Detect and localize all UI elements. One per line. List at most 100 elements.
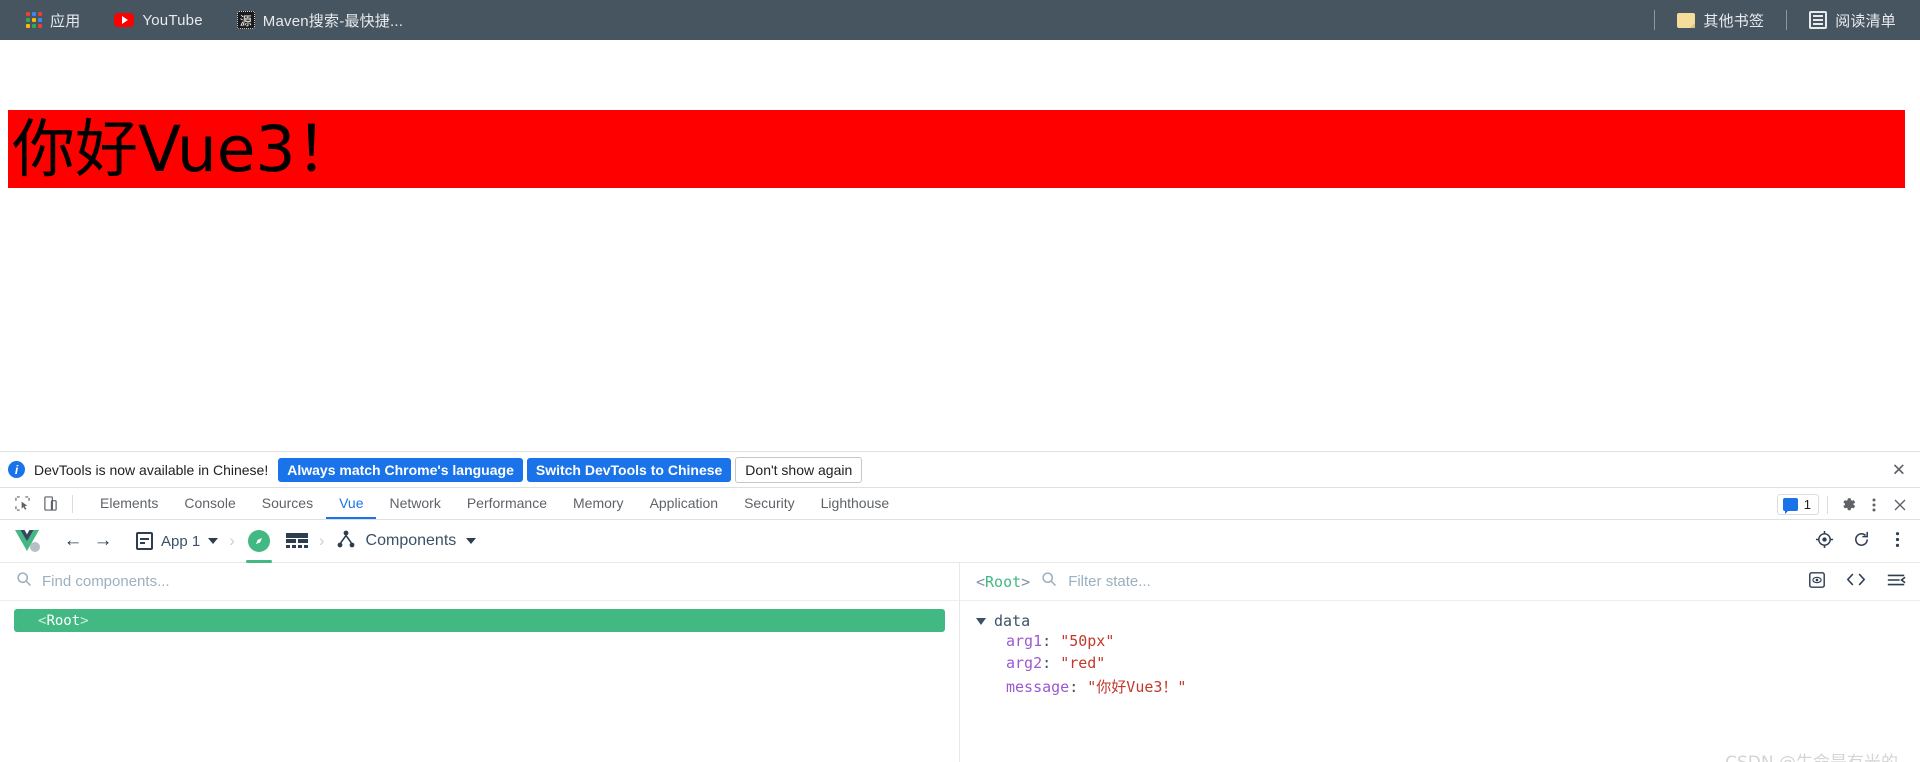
- chevron-down-icon: [466, 538, 477, 544]
- bookmark-label: 应用: [50, 12, 81, 30]
- youtube-icon: [114, 13, 135, 27]
- close-icon[interactable]: ✕: [1892, 461, 1906, 478]
- devtools-right-tools: 1: [1776, 488, 1912, 521]
- state-group-data[interactable]: data: [976, 610, 1920, 632]
- devtools-left-tools: [0, 488, 87, 519]
- refresh-icon[interactable]: [1852, 530, 1871, 554]
- components-pane: Find components... < Root >: [0, 563, 960, 762]
- state-value: "50px": [1060, 632, 1115, 650]
- tag-open-bracket: <: [38, 612, 47, 629]
- bookmark-apps[interactable]: 应用: [16, 6, 90, 35]
- divider: [1786, 10, 1788, 30]
- apps-grid-icon: [26, 12, 42, 28]
- reading-list-button[interactable]: 阅读清单: [1799, 6, 1906, 35]
- info-icon: i: [8, 461, 25, 478]
- tab-performance[interactable]: Performance: [454, 488, 560, 519]
- tab-application[interactable]: Application: [637, 488, 732, 519]
- selected-component-title: <Root>: [976, 572, 1031, 591]
- vue-toolbar-right-actions: [1815, 520, 1906, 563]
- state-value: "你好Vue3！": [1087, 678, 1187, 696]
- devtools-language-notice: i DevTools is now available in Chinese! …: [0, 451, 1920, 487]
- bookmark-bar-right: 其他书签 阅读清单: [1642, 0, 1906, 40]
- back-button[interactable]: ←: [58, 526, 88, 556]
- watermark: CSDN @生命是有光的: [1725, 748, 1898, 762]
- state-header: <Root> Filter state...: [960, 563, 1920, 601]
- banner-text: 你好Vue3！: [12, 112, 359, 186]
- forward-button[interactable]: →: [88, 526, 118, 556]
- tab-network[interactable]: Network: [376, 488, 453, 519]
- component-tree-icon: [336, 529, 356, 554]
- bookmark-label: Maven搜索-最快捷...: [262, 12, 404, 30]
- state-pane: <Root> Filter state... data arg1: "50px"…: [960, 563, 1920, 762]
- state-value: "red": [1060, 654, 1106, 672]
- tab-console[interactable]: Console: [171, 488, 248, 519]
- other-bookmarks-label: 其他书签: [1703, 12, 1765, 30]
- folder-icon: [1677, 12, 1696, 28]
- triangle-down-icon: [976, 617, 986, 625]
- find-components-bar[interactable]: Find components...: [0, 563, 959, 601]
- other-bookmarks-button[interactable]: 其他书签: [1667, 6, 1774, 35]
- bookmark-maven[interactable]: 源 Maven搜索-最快捷...: [227, 6, 413, 35]
- bookmark-label: YouTube: [142, 11, 203, 29]
- state-row[interactable]: message: "你好Vue3！": [976, 676, 1920, 698]
- browser-bookmark-bar: 应用 YouTube 源 Maven搜索-最快捷... 其他书签 阅读清单: [0, 0, 1920, 40]
- component-tree: < Root >: [0, 601, 959, 632]
- inspect-dom-icon[interactable]: [1808, 571, 1826, 594]
- divider: [1827, 495, 1828, 514]
- collapse-all-icon[interactable]: [1886, 572, 1906, 593]
- breadcrumb-chevron-icon: ›: [229, 531, 235, 550]
- vue-devtools-body: Find components... < Root > <Root> Filter …: [0, 563, 1920, 762]
- tab-vue[interactable]: Vue: [326, 488, 377, 519]
- tab-elements[interactable]: Elements: [87, 488, 171, 519]
- messages-badge[interactable]: 1: [1776, 494, 1819, 515]
- tag-close-bracket: >: [80, 612, 89, 629]
- breadcrumb-chevron-icon: ›: [318, 531, 325, 550]
- more-vertical-icon[interactable]: [1889, 531, 1906, 553]
- inspect-element-icon[interactable]: [10, 492, 34, 516]
- search-icon: [1041, 571, 1057, 592]
- close-icon[interactable]: [1888, 493, 1912, 517]
- message-banner: 你好Vue3！: [8, 110, 1905, 188]
- vue-logo-icon: [14, 528, 44, 554]
- state-row[interactable]: arg1: "50px": [976, 632, 1920, 654]
- chevron-down-icon: [208, 538, 219, 544]
- state-row[interactable]: arg2: "red": [976, 654, 1920, 676]
- route-view-button[interactable]: [245, 520, 272, 563]
- reading-list-label: 阅读清单: [1835, 12, 1896, 30]
- filter-state-input[interactable]: Filter state...: [1068, 573, 1151, 590]
- state-actions: [1808, 563, 1906, 601]
- web-page-viewport: 你好Vue3！: [0, 40, 1920, 451]
- tab-memory[interactable]: Memory: [560, 488, 637, 519]
- reading-list-icon: [1809, 11, 1828, 29]
- state-key: message: [1006, 678, 1070, 696]
- app-selector-label: App 1: [161, 532, 201, 550]
- vue-devtools-toolbar: ← → App 1 › › Components: [0, 520, 1920, 563]
- divider: [72, 494, 73, 513]
- tree-item-label: Root: [46, 612, 81, 629]
- notice-message: DevTools is now available in Chinese!: [34, 461, 269, 478]
- view-selector-label: Components: [365, 532, 457, 549]
- bookmark-youtube[interactable]: YouTube: [104, 8, 212, 33]
- tree-item-root[interactable]: < Root >: [14, 609, 945, 632]
- state-key: arg1: [1006, 632, 1043, 650]
- device-toolbar-icon[interactable]: [38, 492, 62, 516]
- tab-security[interactable]: Security: [731, 488, 808, 519]
- source-icon: 源: [236, 11, 255, 29]
- dont-show-again-button[interactable]: Don't show again: [735, 456, 863, 483]
- app-selector[interactable]: App 1: [136, 532, 219, 550]
- find-components-input[interactable]: Find components...: [42, 573, 170, 590]
- target-locate-icon[interactable]: [1815, 530, 1834, 554]
- tab-sources[interactable]: Sources: [249, 488, 326, 519]
- switch-to-chinese-button[interactable]: Switch DevTools to Chinese: [526, 457, 732, 482]
- message-count: 1: [1803, 497, 1811, 512]
- view-selector[interactable]: Components: [336, 529, 477, 554]
- state-content: data arg1: "50px" arg2: "red" message: "…: [960, 601, 1920, 698]
- settings-gear-icon[interactable]: [1836, 493, 1860, 517]
- always-match-language-button[interactable]: Always match Chrome's language: [278, 457, 523, 482]
- layout-grid-icon[interactable]: [285, 532, 308, 550]
- state-group-label: data: [994, 612, 1031, 630]
- more-vertical-icon[interactable]: [1862, 493, 1886, 517]
- state-key: arg2: [1006, 654, 1043, 672]
- tab-lighthouse[interactable]: Lighthouse: [808, 488, 903, 519]
- open-in-editor-icon[interactable]: [1846, 571, 1866, 593]
